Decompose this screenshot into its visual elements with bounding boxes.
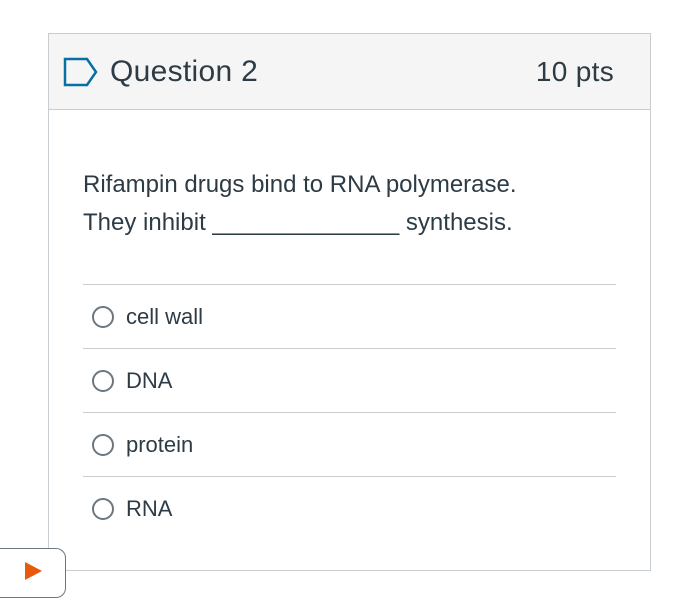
answer-label[interactable]: protein [126,432,193,458]
question-points: 10 pts [535,55,614,87]
question-text: Rifampin drugs bind to RNA polymerase. T… [83,166,616,242]
question-text-line-2: They inhibit ______________ synthesis. [83,209,513,236]
question-body: Rifampin drugs bind to RNA polymerase. T… [49,110,650,541]
radio-button[interactable] [92,305,114,328]
quiz-page: Question 2 10 pts Rifampin drugs bind to… [0,0,700,600]
radio-button[interactable] [92,433,114,456]
radio-button[interactable] [92,498,114,520]
answer-label[interactable]: RNA [126,496,172,522]
answer-list: cell wall DNA protein RNA [83,284,616,541]
answer-label[interactable]: cell wall [126,304,203,330]
question-header: Question 2 10 pts [49,34,650,110]
question-title: Question 2 [110,54,259,88]
answer-option-protein[interactable]: protein [83,413,616,477]
play-tab-button[interactable] [0,548,66,598]
question-text-line-1: Rifampin drugs bind to RNA polymerase. [83,171,517,198]
radio-button[interactable] [92,369,114,392]
answer-option-dna[interactable]: DNA [83,349,616,413]
answer-option-cell-wall[interactable]: cell wall [83,285,616,349]
play-icon [22,560,44,587]
question-card: Question 2 10 pts Rifampin drugs bind to… [48,33,651,571]
question-header-left: Question 2 [62,55,258,89]
flag-outline-icon[interactable] [62,57,100,87]
answer-label[interactable]: DNA [126,368,172,394]
answer-option-rna[interactable]: RNA [83,477,616,541]
